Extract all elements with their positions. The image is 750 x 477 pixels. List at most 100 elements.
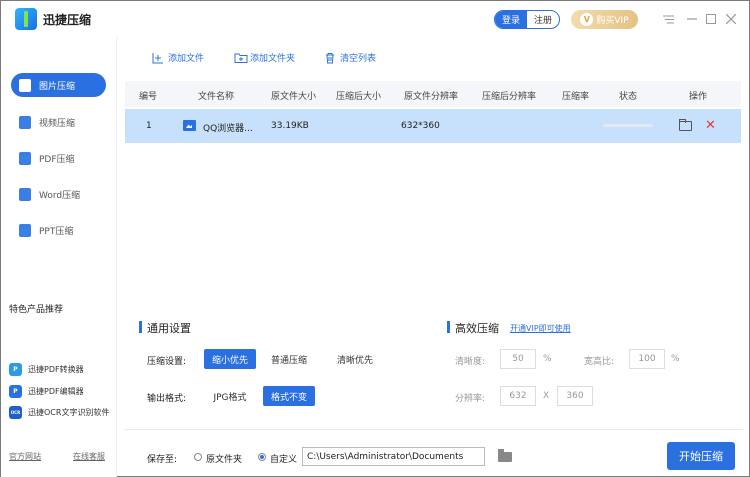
add-file-button[interactable]: 添加文件 (152, 51, 204, 64)
efficient-compress-title: 高效压缩 (455, 322, 499, 335)
row-index: 1 (146, 121, 152, 131)
title-bar: 迅捷压缩 登录 注册 V 购买VIP (1, 1, 749, 37)
menu-icon[interactable] (660, 11, 676, 27)
support-link[interactable]: 在线客服 (73, 451, 105, 462)
col-actions: 操作 (689, 92, 708, 102)
featured-label: 迅捷PDF编辑器 (28, 387, 84, 396)
app-window: 迅捷压缩 登录 注册 V 购买VIP 图片压缩 视频压缩 PDF压缩 Word压… (0, 0, 750, 477)
word-icon (19, 187, 31, 201)
table-row[interactable]: 1 QQ浏览器... 33.19KB 632*360 ✕ (125, 109, 741, 143)
add-folder-icon (234, 52, 248, 64)
ppt-icon (19, 223, 31, 237)
sidebar-item-label: 视频压缩 (39, 118, 76, 129)
col-status: 状态 (619, 92, 638, 102)
ocr-icon: OCR (9, 406, 22, 419)
option-jpg-format[interactable]: JPG格式 (204, 386, 256, 406)
sidebar-item-label: Word压缩 (39, 190, 81, 201)
sidebar-item-label: PDF压缩 (39, 154, 75, 165)
aspect-unit: % (671, 354, 680, 364)
resolution-width-input[interactable]: 632 (500, 386, 536, 406)
open-folder-icon[interactable] (679, 119, 692, 131)
open-vip-link[interactable]: 开通VIP即可使用 (510, 323, 571, 334)
buy-vip-button[interactable]: V 购买VIP (571, 10, 638, 29)
original-folder-label: 原文件夹 (206, 455, 243, 465)
maximize-icon[interactable] (703, 11, 719, 27)
featured-title: 特色产品推荐 (9, 305, 64, 315)
save-path-input[interactable] (302, 447, 485, 466)
clear-list-button[interactable]: 清空列表 (324, 51, 376, 64)
efficient-section-marker (447, 321, 450, 333)
trash-icon (324, 52, 336, 64)
radio-custom-folder[interactable] (258, 453, 266, 461)
compress-settings-label: 压缩设置: (147, 357, 187, 367)
resolution-height-input[interactable]: 360 (557, 386, 593, 406)
sidebar-item-label: PPT压缩 (39, 226, 74, 237)
register-button[interactable]: 注册 (527, 11, 559, 28)
aspect-label: 宽高比: (584, 357, 615, 367)
close-icon[interactable] (723, 11, 739, 27)
buy-vip-label: 购买VIP (596, 16, 629, 26)
start-compress-button[interactable]: 开始压缩 (667, 442, 735, 470)
sidebar-item-word[interactable]: Word压缩 (11, 182, 106, 206)
pdf-editor-icon: P (9, 385, 22, 398)
col-comp-res: 压缩后分辨率 (482, 92, 537, 102)
app-title: 迅捷压缩 (43, 13, 92, 27)
general-settings-title: 通用设置 (147, 322, 191, 335)
row-orig-size: 33.19KB (271, 121, 309, 131)
sidebar-item-ppt[interactable]: PPT压缩 (11, 218, 106, 242)
col-ratio: 压缩率 (562, 92, 590, 102)
sidebar-item-label: 图片压缩 (39, 81, 76, 92)
resolution-label: 分辨率: (455, 394, 486, 404)
output-format-label: 输出格式: (147, 394, 187, 404)
featured-pdf-converter[interactable]: P 迅捷PDF转换器 (9, 363, 84, 376)
add-folder-label: 添加文件夹 (250, 54, 296, 64)
clarity-input[interactable]: 50 (500, 349, 536, 369)
login-button[interactable]: 登录 (495, 11, 527, 28)
col-index: 编号 (139, 92, 158, 102)
clear-list-label: 清空列表 (340, 54, 377, 64)
bottom-divider (125, 429, 743, 430)
pdf-converter-icon: P (9, 363, 22, 376)
row-orig-res: 632*360 (401, 121, 440, 131)
clarity-label: 清晰度: (455, 357, 486, 367)
featured-pdf-editor[interactable]: P 迅捷PDF编辑器 (9, 385, 84, 398)
featured-label: 迅捷OCR文字识别软件 (28, 408, 110, 417)
save-to-label: 保存至: (147, 455, 178, 465)
col-orig-size: 原文件大小 (271, 92, 317, 102)
minimize-icon[interactable] (684, 11, 700, 27)
col-name: 文件名称 (198, 92, 235, 102)
video-icon (19, 115, 31, 129)
table-header: 编号 文件名称 原文件大小 压缩后大小 原文件分辨率 压缩后分辨率 压缩率 状态… (125, 81, 741, 107)
vip-badge-icon: V (580, 13, 594, 26)
resolution-separator: X (543, 391, 550, 401)
add-folder-button[interactable]: 添加文件夹 (234, 51, 295, 64)
custom-folder-label: 自定义 (270, 455, 298, 465)
option-clarity-first[interactable]: 清晰优先 (329, 349, 381, 369)
sidebar-item-image[interactable]: 图片压缩 (11, 73, 106, 97)
col-orig-res: 原文件分辨率 (404, 92, 459, 102)
option-keep-format[interactable]: 格式不变 (263, 386, 315, 406)
row-file-name: QQ浏览器... (203, 124, 253, 134)
aspect-input[interactable]: 100 (629, 349, 665, 369)
website-link[interactable]: 官方网站 (9, 451, 41, 462)
auth-group: 登录 注册 (494, 10, 560, 29)
browse-folder-icon[interactable] (498, 449, 512, 462)
featured-ocr[interactable]: OCR 迅捷OCR文字识别软件 (9, 406, 109, 419)
general-section-marker (139, 321, 142, 333)
sidebar-item-pdf[interactable]: PDF压缩 (11, 146, 106, 170)
featured-label: 迅捷PDF转换器 (28, 365, 84, 374)
image-file-icon (183, 120, 196, 131)
add-file-icon (152, 52, 164, 64)
clarity-unit: % (543, 354, 552, 364)
app-logo-icon (15, 8, 37, 30)
pdf-icon (19, 151, 31, 165)
option-normal-compress[interactable]: 普通压缩 (263, 349, 315, 369)
radio-original-folder[interactable] (194, 453, 202, 461)
sidebar-item-video[interactable]: 视频压缩 (11, 110, 106, 134)
option-smaller-first[interactable]: 缩小优先 (204, 349, 256, 369)
image-icon (19, 78, 31, 92)
add-file-label: 添加文件 (168, 54, 205, 64)
col-comp-size: 压缩后大小 (336, 92, 382, 102)
row-progress-bar (603, 124, 653, 127)
delete-icon[interactable]: ✕ (705, 118, 716, 133)
